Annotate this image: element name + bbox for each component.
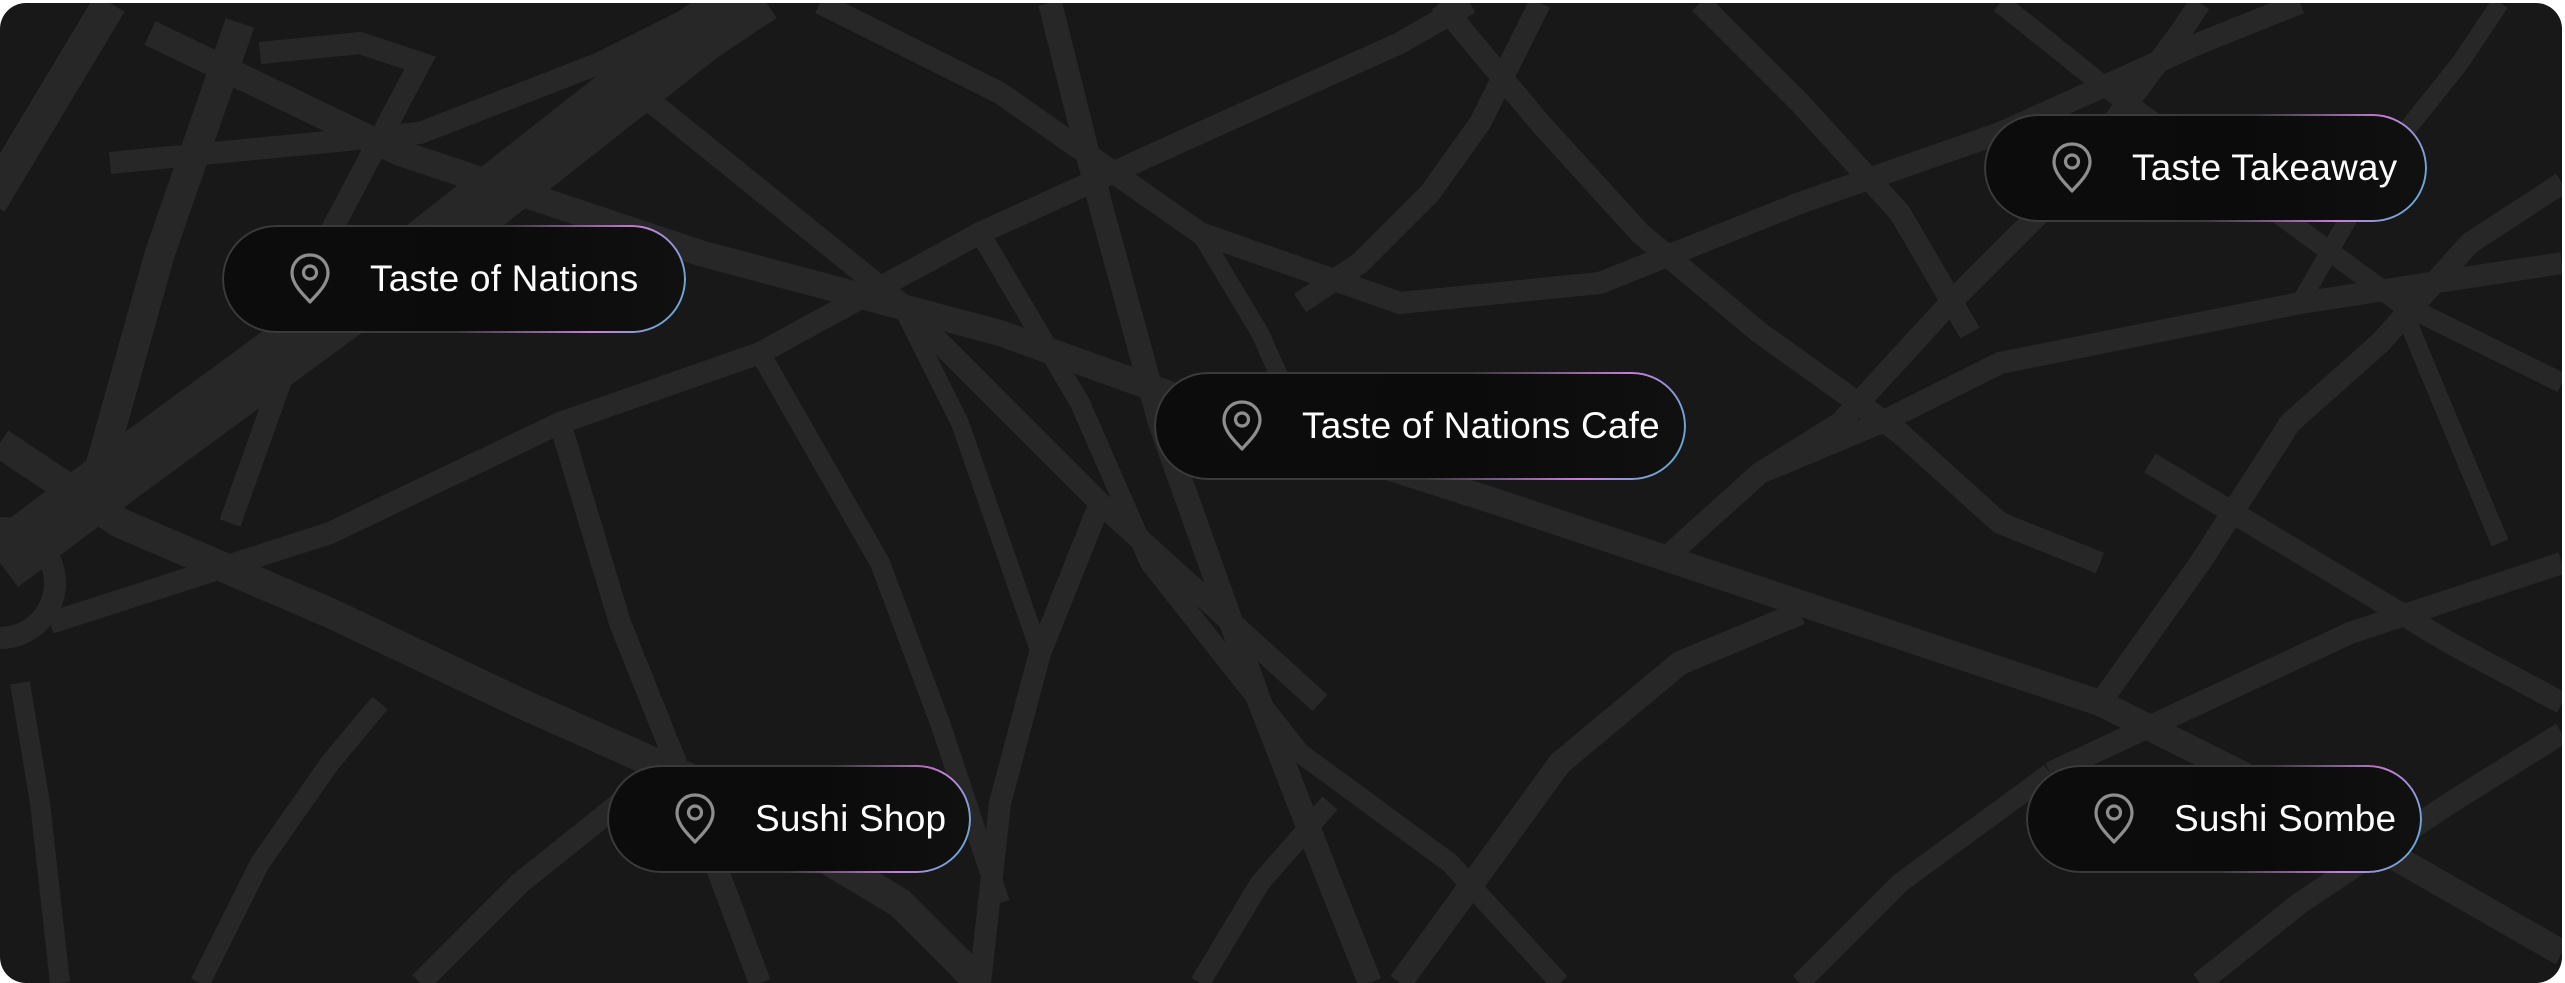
map-pin-icon	[673, 792, 717, 846]
location-pin-sushi-shop[interactable]: Sushi Shop	[607, 765, 971, 873]
location-label: Taste Takeaway	[2132, 147, 2398, 188]
map-view[interactable]: Taste of Nations Taste Takeaway Taste of…	[0, 3, 2562, 983]
map-pin-icon	[288, 252, 332, 306]
location-pin-taste-of-nations-cafe[interactable]: Taste of Nations Cafe	[1154, 372, 1686, 480]
location-pin-taste-takeaway[interactable]: Taste Takeaway	[1984, 114, 2427, 222]
map-pin-icon	[2092, 792, 2136, 846]
location-label: Taste of Nations Cafe	[1302, 405, 1660, 446]
location-pin-taste-of-nations[interactable]: Taste of Nations	[222, 225, 686, 333]
location-label: Taste of Nations	[370, 258, 639, 299]
location-pin-sushi-sombe[interactable]: Sushi Sombe	[2026, 765, 2422, 873]
map-pin-icon	[1220, 399, 1264, 453]
location-label: Sushi Sombe	[2174, 798, 2397, 839]
location-label: Sushi Shop	[755, 798, 947, 839]
map-pin-icon	[2050, 141, 2094, 195]
